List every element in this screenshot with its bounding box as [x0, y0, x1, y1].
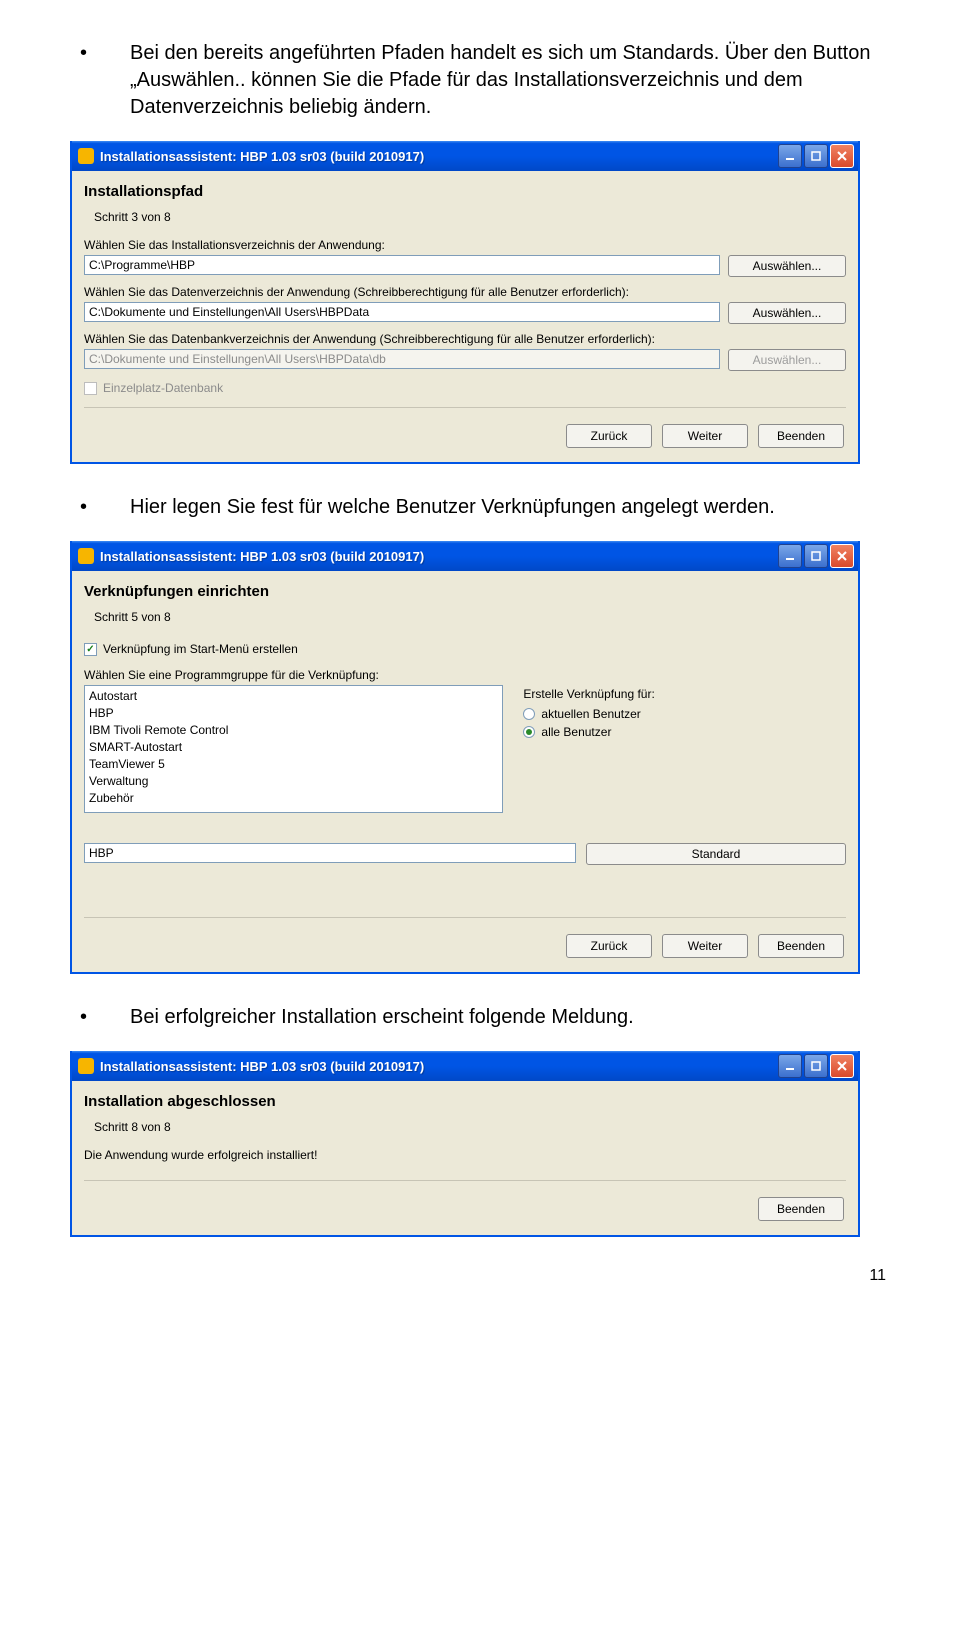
startmenu-checkbox[interactable]: ✓: [84, 643, 97, 656]
separator: [84, 407, 846, 408]
titlebar[interactable]: Installationsassistent: HBP 1.03 sr03 (b…: [72, 1051, 858, 1081]
bullet-marker: •: [70, 1004, 130, 1031]
single-db-label: Einzelplatz-Datenbank: [103, 381, 223, 395]
step-label: Schritt 5 von 8: [94, 610, 846, 624]
list-item[interactable]: Autostart: [89, 688, 498, 705]
window-title: Installationsassistent: HBP 1.03 sr03 (b…: [100, 149, 778, 164]
close-button[interactable]: [830, 1054, 854, 1078]
maximize-button[interactable]: [804, 1054, 828, 1078]
radio-all-users[interactable]: [523, 726, 535, 738]
separator: [84, 1180, 846, 1181]
bullet-text-1: Bei den bereits angeführten Pfaden hande…: [130, 40, 890, 121]
close-button[interactable]: [830, 544, 854, 568]
db-dir-field: C:\Dokumente und Einstellungen\All Users…: [84, 349, 720, 369]
group-name-field[interactable]: HBP: [84, 843, 576, 863]
maximize-button[interactable]: [804, 544, 828, 568]
app-icon: [78, 1058, 94, 1074]
radio-current-user-label: aktuellen Benutzer: [541, 707, 640, 721]
data-dir-field[interactable]: C:\Dokumente und Einstellungen\All Users…: [84, 302, 720, 322]
success-message: Die Anwendung wurde erfolgreich installi…: [84, 1148, 846, 1162]
field-label-db-dir: Wählen Sie das Datenbankverzeichnis der …: [84, 332, 846, 346]
titlebar[interactable]: Installationsassistent: HBP 1.03 sr03 (b…: [72, 141, 858, 171]
dialog-heading: Installation abgeschlossen: [84, 1093, 846, 1110]
list-item[interactable]: Zubehör: [89, 790, 498, 807]
minimize-button[interactable]: [778, 544, 802, 568]
bullet-marker: •: [70, 494, 130, 521]
radio-current-user[interactable]: [523, 708, 535, 720]
next-button[interactable]: Weiter: [662, 934, 748, 958]
quit-button[interactable]: Beenden: [758, 1197, 844, 1221]
default-button[interactable]: Standard: [586, 843, 846, 865]
browse-db-dir-button: Auswählen...: [728, 349, 846, 371]
dialog-heading: Installationspfad: [84, 183, 846, 200]
back-button[interactable]: Zurück: [566, 424, 652, 448]
install-dir-field[interactable]: C:\Programme\HBP: [84, 255, 720, 275]
browse-install-dir-button[interactable]: Auswählen...: [728, 255, 846, 277]
field-label-install-dir: Wählen Sie das Installationsverzeichnis …: [84, 238, 846, 252]
titlebar[interactable]: Installationsassistent: HBP 1.03 sr03 (b…: [72, 541, 858, 571]
quit-button[interactable]: Beenden: [758, 424, 844, 448]
list-item[interactable]: SMART-Autostart: [89, 739, 498, 756]
next-button[interactable]: Weiter: [662, 424, 748, 448]
program-group-label: Wählen Sie eine Programmgruppe für die V…: [84, 668, 846, 682]
window-title: Installationsassistent: HBP 1.03 sr03 (b…: [100, 1059, 778, 1074]
app-icon: [78, 548, 94, 564]
minimize-button[interactable]: [778, 1054, 802, 1078]
dialog-abgeschlossen: Installationsassistent: HBP 1.03 sr03 (b…: [70, 1051, 860, 1237]
app-icon: [78, 148, 94, 164]
list-item[interactable]: Verwaltung: [89, 773, 498, 790]
radio-group-title: Erstelle Verknüpfung für:: [523, 687, 846, 701]
window-title: Installationsassistent: HBP 1.03 sr03 (b…: [100, 549, 778, 564]
close-button[interactable]: [830, 144, 854, 168]
bullet-marker: •: [70, 40, 130, 121]
step-label: Schritt 3 von 8: [94, 210, 846, 224]
list-item[interactable]: HBP: [89, 705, 498, 722]
bullet-text-3: Bei erfolgreicher Installation erscheint…: [130, 1004, 890, 1031]
back-button[interactable]: Zurück: [566, 934, 652, 958]
dialog-installationspfad: Installationsassistent: HBP 1.03 sr03 (b…: [70, 141, 860, 464]
separator: [84, 917, 846, 918]
step-label: Schritt 8 von 8: [94, 1120, 846, 1134]
startmenu-label: Verknüpfung im Start-Menü erstellen: [103, 642, 298, 656]
list-item[interactable]: TeamViewer 5: [89, 756, 498, 773]
dialog-heading: Verknüpfungen einrichten: [84, 583, 846, 600]
minimize-button[interactable]: [778, 144, 802, 168]
maximize-button[interactable]: [804, 144, 828, 168]
browse-data-dir-button[interactable]: Auswählen...: [728, 302, 846, 324]
program-group-listbox[interactable]: Autostart HBP IBM Tivoli Remote Control …: [84, 685, 503, 813]
field-label-data-dir: Wählen Sie das Datenverzeichnis der Anwe…: [84, 285, 846, 299]
list-item[interactable]: IBM Tivoli Remote Control: [89, 722, 498, 739]
quit-button[interactable]: Beenden: [758, 934, 844, 958]
dialog-verknuepfungen: Installationsassistent: HBP 1.03 sr03 (b…: [70, 541, 860, 974]
page-number: 11: [70, 1267, 890, 1285]
single-db-checkbox: [84, 382, 97, 395]
bullet-text-2: Hier legen Sie fest für welche Benutzer …: [130, 494, 890, 521]
radio-all-users-label: alle Benutzer: [541, 725, 611, 739]
